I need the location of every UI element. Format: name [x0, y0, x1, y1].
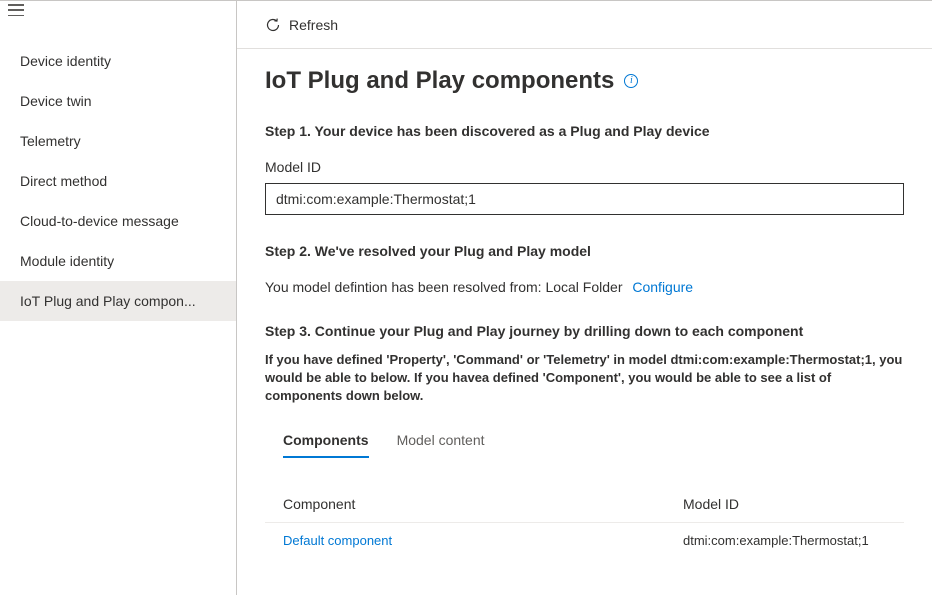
hamburger-icon[interactable] [8, 4, 24, 16]
hamburger-row [0, 1, 236, 19]
step3-heading: Step 3. Continue your Plug and Play jour… [265, 323, 904, 339]
step2-block: Step 2. We've resolved your Plug and Pla… [265, 243, 904, 295]
step2-text: You model defintion has been resolved fr… [265, 279, 622, 295]
table-header-row: Component Model ID [265, 486, 904, 523]
sidebar-item-cloud-to-device-message[interactable]: Cloud-to-device message [0, 201, 236, 241]
sidebar-item-direct-method[interactable]: Direct method [0, 161, 236, 201]
app-layout: Device identity Device twin Telemetry Di… [0, 1, 932, 595]
step3-description: If you have defined 'Property', 'Command… [265, 351, 904, 406]
tab-model-content[interactable]: Model content [397, 424, 485, 458]
page-title-row: IoT Plug and Play components i [265, 67, 904, 95]
toolbar: Refresh [237, 1, 932, 49]
sidebar: Device identity Device twin Telemetry Di… [0, 1, 237, 595]
components-table: Component Model ID Default component dtm… [265, 486, 904, 558]
step2-text-row: You model defintion has been resolved fr… [265, 279, 904, 295]
main-content: Refresh IoT Plug and Play components i S… [237, 1, 932, 595]
sidebar-item-module-identity[interactable]: Module identity [0, 241, 236, 281]
tabs: Components Model content [265, 424, 904, 458]
sidebar-item-device-twin[interactable]: Device twin [0, 81, 236, 121]
component-link[interactable]: Default component [283, 533, 683, 548]
th-component: Component [283, 496, 683, 512]
info-icon[interactable]: i [624, 74, 638, 88]
content-area: IoT Plug and Play components i Step 1. Y… [237, 49, 932, 586]
step1-block: Step 1. Your device has been discovered … [265, 123, 904, 215]
sidebar-item-iot-plug-and-play-components[interactable]: IoT Plug and Play compon... [0, 281, 236, 321]
refresh-icon [265, 17, 281, 33]
sidebar-item-telemetry[interactable]: Telemetry [0, 121, 236, 161]
component-model-id: dtmi:com:example:Thermostat;1 [683, 533, 886, 548]
configure-link[interactable]: Configure [632, 279, 693, 295]
refresh-button[interactable]: Refresh [265, 17, 338, 33]
page-title: IoT Plug and Play components [265, 67, 614, 95]
nav-list: Device identity Device twin Telemetry Di… [0, 41, 236, 321]
sidebar-item-device-identity[interactable]: Device identity [0, 41, 236, 81]
refresh-label: Refresh [289, 17, 338, 33]
step1-heading: Step 1. Your device has been discovered … [265, 123, 904, 139]
table-row: Default component dtmi:com:example:Therm… [265, 523, 904, 558]
th-model-id: Model ID [683, 496, 886, 512]
model-id-label: Model ID [265, 159, 904, 175]
tab-components[interactable]: Components [283, 424, 369, 458]
step3-block: Step 3. Continue your Plug and Play jour… [265, 323, 904, 406]
model-id-input[interactable] [265, 183, 904, 215]
step2-heading: Step 2. We've resolved your Plug and Pla… [265, 243, 904, 259]
